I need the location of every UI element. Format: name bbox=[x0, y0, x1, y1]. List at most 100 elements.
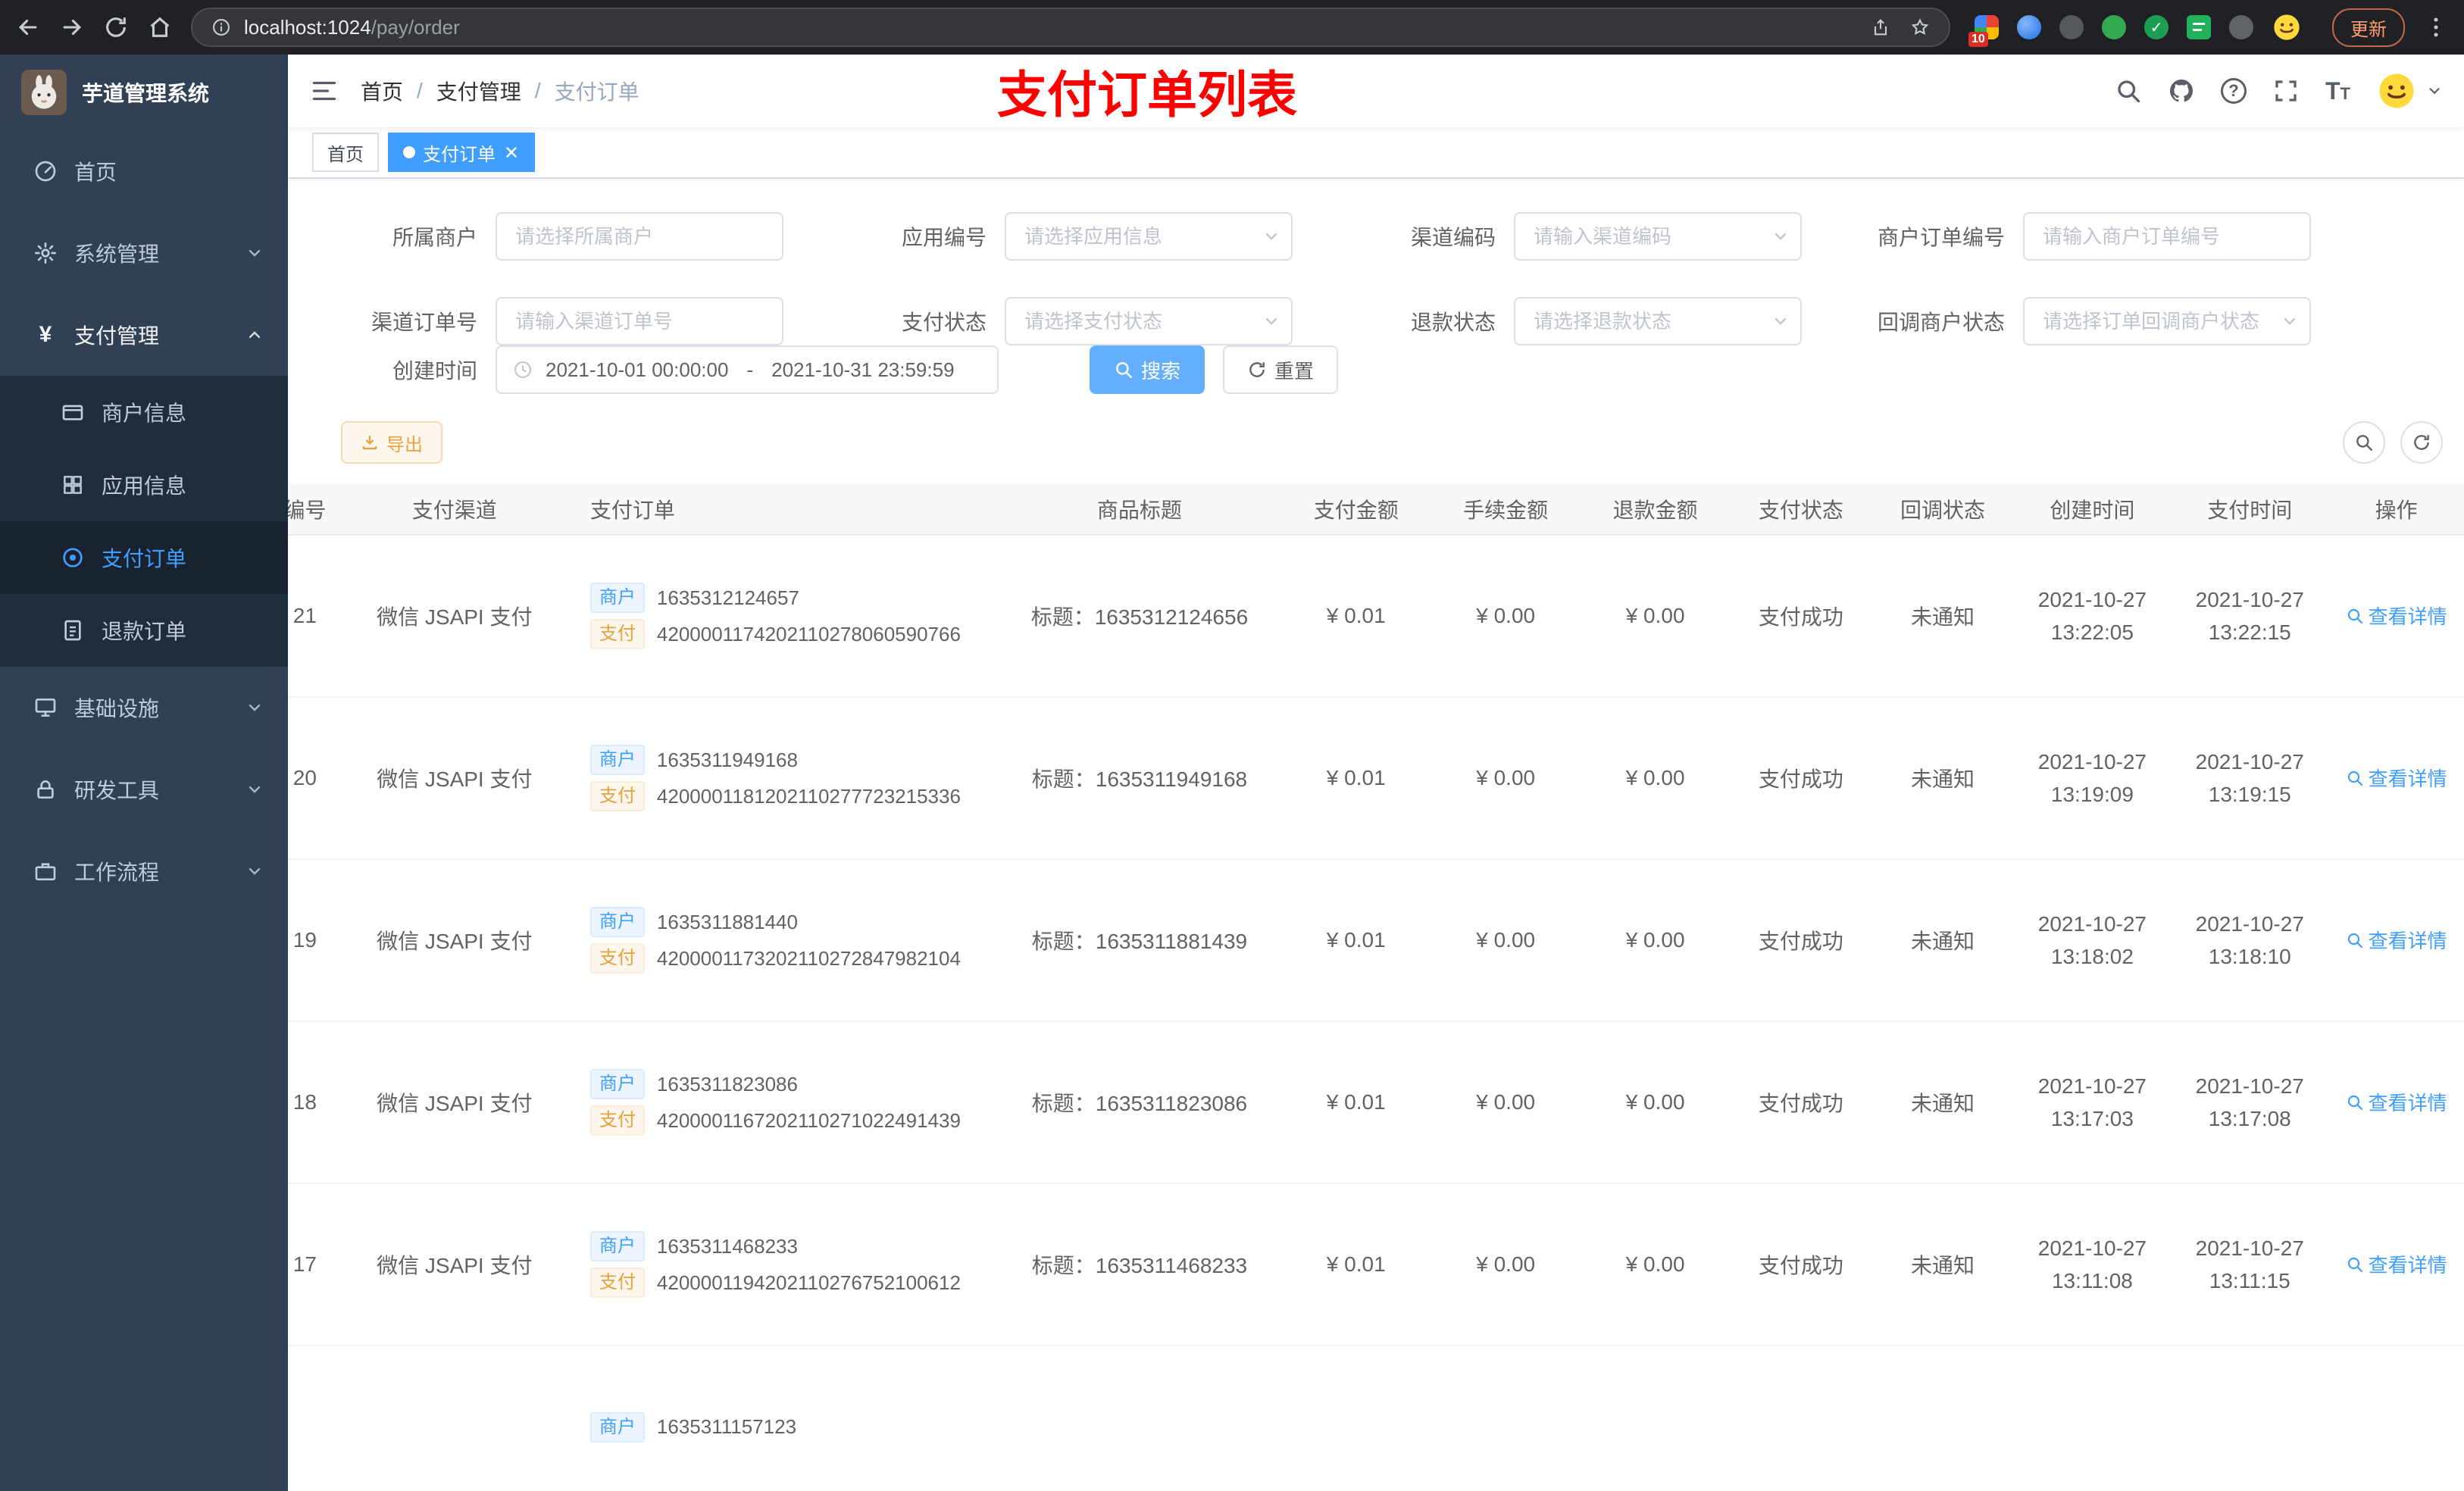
pay-status-select[interactable] bbox=[1005, 297, 1293, 345]
browser-profile-avatar[interactable] bbox=[2272, 12, 2302, 42]
column-header-create-time: 创建时间 bbox=[2013, 483, 2172, 536]
filter-field-merchant-order-no: 商户订单编号 bbox=[1868, 212, 2311, 261]
reset-button[interactable]: 重置 bbox=[1223, 345, 1339, 394]
tag-home[interactable]: 首页 bbox=[312, 133, 379, 172]
chevron-down-icon bbox=[245, 862, 264, 880]
create-time-range-picker[interactable]: 2021-10-01 00:00:00 - 2021-10-31 23:59:5… bbox=[496, 345, 999, 394]
sidebar-menu: 首页 系统管理 ¥ 支付管理 商户信息 应用信息 支付订单 退款订单 基础设施 研发工具 工作流程 bbox=[0, 130, 288, 912]
cell-id: 18 bbox=[288, 1021, 352, 1184]
user-avatar-menu[interactable] bbox=[2376, 70, 2443, 111]
close-icon bbox=[503, 144, 520, 161]
sidebar-item-dev-tools[interactable]: 研发工具 bbox=[0, 749, 288, 830]
export-button[interactable]: 导出 bbox=[341, 421, 442, 464]
export-button-label: 导出 bbox=[386, 434, 423, 455]
merchant-tag: 商户 bbox=[589, 1411, 645, 1443]
cell-pay-status: 支付成功 bbox=[1730, 1021, 1872, 1184]
url-path: /pay/order bbox=[371, 15, 460, 39]
breadcrumb-item: 支付订单 bbox=[554, 80, 639, 104]
extension-icon-green[interactable] bbox=[2102, 15, 2126, 39]
cell-empty bbox=[1730, 1346, 1871, 1491]
channel-order-no: 4200001167202110271022491439 bbox=[656, 1108, 961, 1132]
cell-title: 标题：1635311468233 bbox=[997, 1183, 1281, 1346]
view-detail-link[interactable]: 查看详情 bbox=[2346, 602, 2447, 630]
view-detail-link[interactable]: 查看详情 bbox=[2346, 926, 2447, 954]
briefcase-icon bbox=[33, 859, 58, 883]
date-end[interactable]: 2021-10-31 23:59:59 bbox=[771, 358, 954, 382]
reset-button-label: 重置 bbox=[1274, 359, 1315, 383]
browser-reload-icon[interactable] bbox=[103, 14, 129, 40]
extension-icon-chat[interactable] bbox=[2187, 15, 2211, 39]
sidebar-item-workflow[interactable]: 工作流程 bbox=[0, 830, 288, 912]
sidebar-item-pay-order[interactable]: 支付订单 bbox=[0, 521, 288, 594]
extension-icon-dark[interactable] bbox=[2059, 15, 2084, 39]
cell-order: 商户 1635312124657 支付 42000011742021102780605… bbox=[556, 535, 998, 698]
sidebar-toggle-button[interactable] bbox=[288, 55, 361, 127]
active-tag-dot bbox=[403, 146, 415, 158]
update-button[interactable]: 更新 bbox=[2332, 8, 2405, 47]
browser-menu-icon[interactable] bbox=[2423, 14, 2449, 40]
address-bar[interactable]: localhost:1024/pay/order bbox=[191, 8, 1950, 47]
extension-icon-colorful[interactable]: 10 bbox=[1968, 15, 1999, 47]
site-info-icon[interactable] bbox=[211, 17, 232, 38]
column-header-channel: 支付渠道 bbox=[352, 483, 557, 536]
help-icon[interactable]: ? bbox=[2221, 78, 2247, 104]
date-start[interactable]: 2021-10-01 00:00:00 bbox=[546, 358, 728, 382]
merchant-input[interactable] bbox=[496, 212, 783, 261]
view-detail-label: 查看详情 bbox=[2368, 767, 2447, 791]
extension-icon-pin[interactable] bbox=[2229, 15, 2253, 39]
view-detail-link[interactable]: 查看详情 bbox=[2346, 764, 2447, 792]
sidebar-item-home[interactable]: 首页 bbox=[0, 130, 288, 212]
cell-title: 标题：1635312124656 bbox=[997, 535, 1281, 698]
notify-status-select[interactable] bbox=[2023, 297, 2311, 345]
browser-forward-icon[interactable] bbox=[59, 14, 85, 40]
search-button[interactable]: 搜索 bbox=[1090, 345, 1205, 394]
extensions-area: 10 ✓ bbox=[1968, 12, 2302, 47]
column-header-pay-time: 支付时间 bbox=[2171, 483, 2329, 536]
channel-order-no: 4200001174202110278060590766 bbox=[656, 622, 961, 645]
sidebar-item-system[interactable]: 系统管理 bbox=[0, 212, 288, 294]
sidebar-item-infrastructure[interactable]: 基础设施 bbox=[0, 667, 288, 749]
fullscreen-icon[interactable] bbox=[2272, 77, 2300, 105]
extension-icon-check[interactable]: ✓ bbox=[2144, 15, 2169, 39]
sidebar-item-merchant-info[interactable]: 商户信息 bbox=[0, 376, 288, 449]
view-detail-link[interactable]: 查看详情 bbox=[2346, 1250, 2447, 1278]
refresh-icon bbox=[1247, 360, 1267, 380]
header-search-icon[interactable] bbox=[2115, 77, 2142, 105]
filter-label-create-time: 创建时间 bbox=[392, 359, 477, 383]
refresh-table-button[interactable] bbox=[2400, 421, 2443, 464]
avatar-caret-icon bbox=[2426, 83, 2443, 99]
column-header-notify-status: 回调状态 bbox=[1871, 483, 2014, 536]
browser-back-icon[interactable] bbox=[15, 14, 41, 40]
filter-input-merchant-order-no bbox=[2023, 212, 2311, 261]
merchant-order-no-input[interactable] bbox=[2023, 212, 2311, 261]
sidebar-item-payment[interactable]: ¥ 支付管理 bbox=[0, 294, 288, 376]
toggle-search-button[interactable] bbox=[2343, 421, 2385, 464]
tags-bar: 首页 支付订单 bbox=[288, 127, 2464, 179]
refund-status-select[interactable] bbox=[1514, 297, 1802, 345]
cell-fee-amount: ¥ 0.00 bbox=[1431, 859, 1581, 1022]
search-icon bbox=[2354, 433, 2374, 452]
channel-tag: 支付 bbox=[589, 1268, 645, 1298]
sidebar-item-label: 支付管理 bbox=[74, 324, 160, 348]
browser-home-icon[interactable] bbox=[147, 14, 173, 40]
sidebar-item-app-info[interactable]: 应用信息 bbox=[0, 449, 288, 521]
view-detail-label: 查看详情 bbox=[2368, 1254, 2447, 1277]
channel-tag: 支付 bbox=[589, 619, 645, 649]
merchant-order-no: 1635311881440 bbox=[656, 910, 798, 933]
bookmark-star-icon[interactable] bbox=[1909, 17, 1931, 38]
app-no-select[interactable] bbox=[1005, 212, 1293, 261]
font-size-icon[interactable]: TT bbox=[2325, 79, 2350, 103]
tag-pay-order[interactable]: 支付订单 bbox=[388, 133, 535, 172]
breadcrumb-item[interactable]: 支付管理 bbox=[436, 76, 521, 106]
channel-order-no-input[interactable] bbox=[496, 297, 783, 345]
sidebar-item-refund-order[interactable]: 退款订单 bbox=[0, 594, 288, 667]
share-icon[interactable] bbox=[1870, 17, 1891, 38]
extension-icon-blue[interactable] bbox=[2017, 15, 2041, 39]
view-detail-link[interactable]: 查看详情 bbox=[2346, 1088, 2447, 1116]
app-logo[interactable]: 芋道管理系统 bbox=[0, 55, 288, 130]
url-text[interactable]: localhost:1024/pay/order bbox=[244, 16, 460, 39]
cell-action: 查看详情 bbox=[2328, 859, 2464, 1022]
channel-code-select[interactable] bbox=[1514, 212, 1802, 261]
github-icon[interactable] bbox=[2168, 77, 2195, 105]
breadcrumb-item[interactable]: 首页 bbox=[361, 76, 403, 106]
